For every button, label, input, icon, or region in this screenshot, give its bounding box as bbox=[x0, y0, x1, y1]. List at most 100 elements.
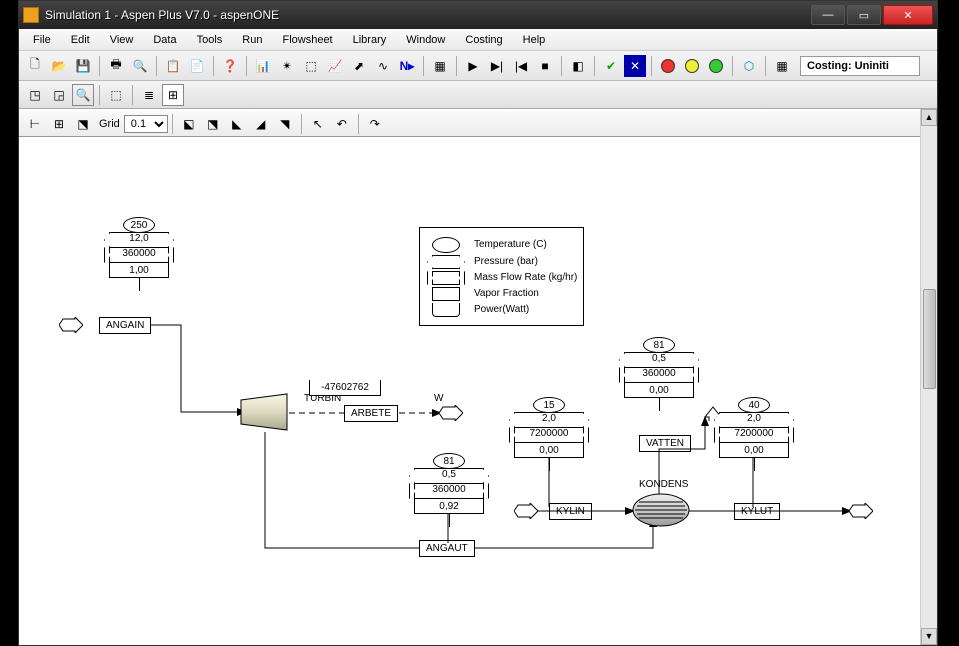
sec-tool-6[interactable]: ⊞ bbox=[162, 84, 184, 106]
sec-tool-1[interactable]: ◳ bbox=[24, 84, 46, 106]
run-stop-button[interactable]: ■ bbox=[534, 55, 556, 77]
help-button[interactable]: ❓ bbox=[219, 55, 241, 77]
scroll-down-button[interactable]: ▼ bbox=[921, 628, 937, 645]
legend-power: Power(Watt) bbox=[426, 303, 577, 316]
menu-tools[interactable]: Tools bbox=[187, 31, 233, 49]
menu-run[interactable]: Run bbox=[232, 31, 272, 49]
scroll-up-button[interactable]: ▲ bbox=[921, 109, 937, 126]
snap-tool-2[interactable]: ⊞ bbox=[48, 113, 70, 135]
status-red-icon[interactable] bbox=[657, 55, 679, 77]
tool-b-button[interactable]: ⬚ bbox=[300, 55, 322, 77]
sec-tool-2[interactable]: ◲ bbox=[48, 84, 70, 106]
zoom-button[interactable]: 🔍 bbox=[72, 84, 94, 106]
turbine-block[interactable] bbox=[239, 392, 289, 432]
pointer-tool[interactable]: ↖ bbox=[307, 113, 329, 135]
menu-view[interactable]: View bbox=[100, 31, 144, 49]
scroll-thumb[interactable] bbox=[923, 289, 936, 389]
menu-bar: File Edit View Data Tools Run Flowsheet … bbox=[19, 29, 937, 51]
costing-icon-button[interactable]: ⬡ bbox=[738, 55, 760, 77]
legend-vaporfrac: Vapor Fraction bbox=[426, 287, 577, 300]
menu-edit[interactable]: Edit bbox=[61, 31, 100, 49]
app-window: Simulation 1 - Aspen Plus V7.0 - aspenON… bbox=[18, 0, 938, 646]
vertical-scrollbar[interactable]: ▲ ▼ bbox=[920, 109, 937, 645]
legend-massflow: Mass Flow Rate (kg/hr) bbox=[426, 271, 577, 284]
line-vatten bbox=[657, 409, 717, 499]
redo-button[interactable]: ↷ bbox=[364, 113, 386, 135]
status-yellow-icon[interactable] bbox=[681, 55, 703, 77]
title-bar[interactable]: Simulation 1 - Aspen Plus V7.0 - aspenON… bbox=[19, 1, 937, 29]
app-icon bbox=[23, 7, 39, 23]
kylut-stick bbox=[751, 457, 755, 507]
costing-status: Costing: Uniniti bbox=[800, 56, 920, 76]
preview-button[interactable]: 🔍 bbox=[129, 55, 151, 77]
run-start-button[interactable]: ▶ bbox=[462, 55, 484, 77]
stream-arbete-label[interactable]: ARBETE bbox=[344, 405, 398, 422]
sec-tool-5[interactable]: ≣ bbox=[138, 84, 160, 106]
run-reset-button[interactable]: |◀ bbox=[510, 55, 532, 77]
stream-angain-label[interactable]: ANGAIN bbox=[99, 317, 151, 334]
rotate-4[interactable]: ◢ bbox=[250, 113, 272, 135]
stream-angaut-data[interactable]: 81 0,5 360000 0,92 bbox=[414, 453, 484, 527]
legend-pressure: Pressure (bar) bbox=[426, 255, 577, 268]
rotate-5[interactable]: ◥ bbox=[274, 113, 296, 135]
menu-file[interactable]: File bbox=[23, 31, 61, 49]
angaut-stick bbox=[447, 513, 449, 543]
undo-button[interactable]: ↶ bbox=[331, 113, 353, 135]
line-angain-turbin bbox=[149, 312, 249, 422]
feed-arrow-icon bbox=[59, 317, 83, 333]
window-title: Simulation 1 - Aspen Plus V7.0 - aspenON… bbox=[45, 8, 809, 22]
menu-help[interactable]: Help bbox=[513, 31, 556, 49]
data-browser-button[interactable]: 📊 bbox=[252, 55, 274, 77]
line-kylin bbox=[537, 507, 637, 517]
tool-a-button[interactable]: ✴ bbox=[276, 55, 298, 77]
close-button[interactable]: ✕ bbox=[883, 5, 933, 25]
flowsheet-canvas[interactable]: Temperature (C) Pressure (bar) Mass Flow… bbox=[19, 137, 919, 645]
grid-select[interactable]: 0.1 bbox=[124, 115, 168, 133]
new-button[interactable]: 🗋 bbox=[24, 55, 46, 77]
kylin-stick bbox=[547, 457, 551, 507]
snap-tool-1[interactable]: ⊢ bbox=[24, 113, 46, 135]
menu-costing[interactable]: Costing bbox=[455, 31, 512, 49]
main-toolbar: 🗋 📂 💾 🖶 🔍 📋 📄 ❓ 📊 ✴ ⬚ 📈 ⬈ ∿ N▸ ▦ ▶ ▶| |◀… bbox=[19, 51, 937, 81]
next-button[interactable]: N▸ bbox=[396, 55, 418, 77]
product-arrow-w-icon bbox=[439, 405, 463, 421]
copy-button[interactable]: 📋 bbox=[162, 55, 184, 77]
menu-flowsheet[interactable]: Flowsheet bbox=[272, 31, 342, 49]
menu-data[interactable]: Data bbox=[143, 31, 186, 49]
status-green-icon[interactable] bbox=[705, 55, 727, 77]
sec-tool-4[interactable]: ⬚ bbox=[105, 84, 127, 106]
run-step-button[interactable]: ▶| bbox=[486, 55, 508, 77]
save-button[interactable]: 💾 bbox=[72, 55, 94, 77]
maximize-button[interactable]: ▭ bbox=[847, 5, 881, 25]
rotate-2[interactable]: ⬔ bbox=[202, 113, 224, 135]
tool-d-button[interactable]: ⬈ bbox=[348, 55, 370, 77]
open-button[interactable]: 📂 bbox=[48, 55, 70, 77]
rotate-1[interactable]: ⬕ bbox=[178, 113, 200, 135]
tool-c-button[interactable]: 📈 bbox=[324, 55, 346, 77]
check-button[interactable]: ✔ bbox=[600, 55, 622, 77]
tool-f-button[interactable]: ▦ bbox=[429, 55, 451, 77]
menu-library[interactable]: Library bbox=[343, 31, 397, 49]
grid-tool-button[interactable]: ▦ bbox=[771, 55, 793, 77]
grid-toolbar: ⊢ ⊞ ⬔ Grid 0.1 ⬕ ⬔ ◣ ◢ ◥ ↖ ↶ ↷ bbox=[19, 109, 937, 137]
snap-tool-3[interactable]: ⬔ bbox=[72, 113, 94, 135]
line-kylut bbox=[689, 507, 859, 517]
secondary-toolbar: ◳ ◲ 🔍 ⬚ ≣ ⊞ bbox=[19, 81, 937, 109]
stream-angain-data[interactable]: 250 12,0 360000 1,00 bbox=[109, 217, 169, 291]
legend-box: Temperature (C) Pressure (bar) Mass Flow… bbox=[419, 227, 584, 326]
tool-e-button[interactable]: ∿ bbox=[372, 55, 394, 77]
grid-label: Grid bbox=[99, 118, 120, 130]
stream-vatten-data[interactable]: 81 0,5 360000 0,00 bbox=[624, 337, 694, 411]
print-button[interactable]: 🖶 bbox=[105, 55, 127, 77]
w-label: W bbox=[434, 393, 443, 404]
feed-arrow-kylin-icon bbox=[514, 503, 538, 519]
minimize-button[interactable]: — bbox=[811, 5, 845, 25]
rotate-3[interactable]: ◣ bbox=[226, 113, 248, 135]
menu-window[interactable]: Window bbox=[396, 31, 455, 49]
results-button[interactable]: ◧ bbox=[567, 55, 589, 77]
cancel-x-button[interactable]: ✕ bbox=[624, 55, 646, 77]
paste-button[interactable]: 📄 bbox=[186, 55, 208, 77]
arbete-power-value[interactable]: -47602762 bbox=[309, 380, 381, 396]
product-arrow-kylut-icon bbox=[849, 503, 873, 519]
legend-temperature: Temperature (C) bbox=[426, 237, 577, 252]
